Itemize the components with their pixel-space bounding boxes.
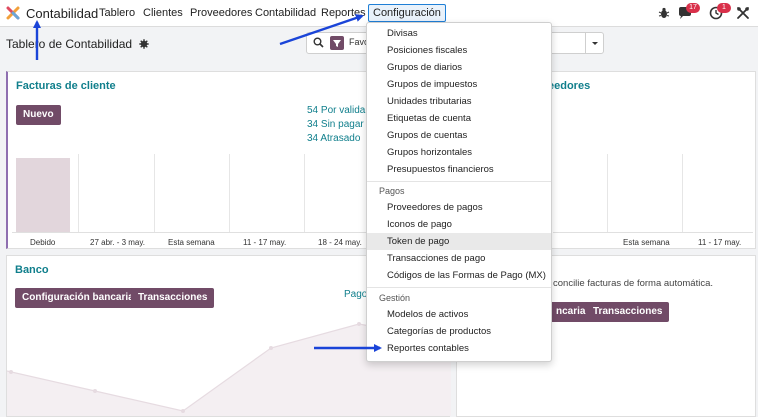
menu-item-token-pago[interactable]: Token de pago bbox=[367, 233, 551, 250]
activities-badge: 1 bbox=[717, 3, 731, 13]
menu-item-proveedores-pagos[interactable]: Proveedores de pagos bbox=[367, 199, 551, 216]
axis-label-week-1: 27 abr. - 3 may. bbox=[90, 238, 145, 247]
page-title: Tablero de Contabilidad bbox=[6, 37, 150, 51]
search-options-toggle[interactable] bbox=[585, 33, 603, 53]
menu-item-categorias-productos[interactable]: Categorías de productos bbox=[367, 323, 551, 340]
chart-grid-line bbox=[682, 154, 683, 232]
menu-tablero[interactable]: Tablero bbox=[99, 0, 135, 27]
menu-section-gestion: Gestión bbox=[379, 293, 411, 303]
menu-item-modelos-activos[interactable]: Modelos de activos bbox=[367, 306, 551, 323]
axis-label-week-4: 18 - 24 may. bbox=[318, 238, 362, 247]
chart-point[interactable] bbox=[269, 346, 273, 350]
menu-divider bbox=[367, 287, 551, 288]
gear-icon[interactable] bbox=[139, 39, 150, 49]
menu-item-etiquetas-cuenta[interactable]: Etiquetas de cuenta bbox=[367, 110, 551, 127]
chart-grid-line bbox=[229, 154, 230, 232]
chart-point[interactable] bbox=[93, 389, 97, 393]
menu-item-divisas[interactable]: Divisas bbox=[367, 25, 551, 42]
search-icon[interactable] bbox=[313, 37, 324, 48]
transactions-button-right[interactable]: Transacciones bbox=[586, 302, 670, 322]
caret-down-icon bbox=[592, 42, 598, 45]
chart-point[interactable] bbox=[357, 322, 361, 326]
chart-bar-debido[interactable] bbox=[16, 158, 70, 232]
menu-reportes[interactable]: Reportes bbox=[321, 0, 366, 27]
accounting-app-icon[interactable] bbox=[6, 6, 20, 20]
filter-icon[interactable] bbox=[330, 36, 344, 50]
bug-icon[interactable] bbox=[657, 6, 671, 20]
axis-label-week-3: 11 - 17 may. bbox=[243, 238, 287, 247]
messages-badge: 17 bbox=[686, 3, 700, 13]
axis-label-debido: Debido bbox=[30, 238, 56, 247]
card-title-vendor-bills[interactable]: eedores bbox=[548, 80, 590, 92]
stat-unpaid[interactable]: 34 Sin pagar bbox=[307, 119, 364, 130]
menu-item-posiciones-fiscales[interactable]: Posiciones fiscales bbox=[367, 42, 551, 59]
menu-contabilidad[interactable]: Contabilidad bbox=[255, 0, 316, 27]
bank-transactions-button[interactable]: Transacciones bbox=[131, 288, 215, 308]
menu-item-reportes-contables[interactable]: Reportes contables bbox=[367, 340, 551, 357]
menu-item-grupos-horizontales[interactable]: Grupos horizontales bbox=[367, 144, 551, 161]
menu-item-presupuestos-financieros[interactable]: Presupuestos financieros bbox=[367, 161, 551, 178]
configuration-dropdown: Divisas Posiciones fiscales Grupos de di… bbox=[366, 22, 552, 362]
chart-baseline bbox=[553, 232, 753, 233]
menu-item-transacciones-pago[interactable]: Transacciones de pago bbox=[367, 250, 551, 267]
stat-late[interactable]: 34 Atrasado bbox=[307, 133, 360, 144]
menu-section-pagos: Pagos bbox=[379, 186, 405, 196]
axis-label-this-week: Esta semana bbox=[168, 238, 215, 247]
menu-configuracion[interactable]: Configuración bbox=[368, 4, 446, 22]
app-name[interactable]: Contabilidad bbox=[26, 0, 98, 27]
reconcile-hint-text: concilie facturas de forma automática. bbox=[553, 278, 713, 289]
tools-icon[interactable] bbox=[736, 6, 750, 20]
page-title-text: Tablero de Contabilidad bbox=[6, 37, 133, 51]
menu-item-grupos-cuentas[interactable]: Grupos de cuentas bbox=[367, 127, 551, 144]
menu-item-iconos-pago[interactable]: Iconos de pago bbox=[367, 216, 551, 233]
menu-item-unidades-tributarias[interactable]: Unidades tributarias bbox=[367, 93, 551, 110]
menu-item-grupos-diarios[interactable]: Grupos de diarios bbox=[367, 59, 551, 76]
chart-grid-line bbox=[154, 154, 155, 232]
chart-grid-line bbox=[304, 154, 305, 232]
card-title-customer-invoices[interactable]: Facturas de cliente bbox=[16, 80, 116, 92]
bank-settings-button[interactable]: Configuración bancaria bbox=[15, 288, 141, 308]
chart-point[interactable] bbox=[181, 409, 185, 413]
menu-item-grupos-impuestos[interactable]: Grupos de impuestos bbox=[367, 76, 551, 93]
card-title-bank[interactable]: Banco bbox=[15, 264, 49, 276]
menu-proveedores[interactable]: Proveedores bbox=[190, 0, 252, 27]
stat-to-validate[interactable]: 54 Por validar bbox=[307, 105, 369, 116]
menu-divider bbox=[367, 181, 551, 182]
axis-label-week-3: 11 - 17 may. bbox=[698, 238, 742, 247]
chart-point[interactable] bbox=[9, 370, 13, 374]
menu-item-codigos-formas-pago[interactable]: Códigos de las Formas de Pago (MX) bbox=[367, 267, 551, 284]
axis-label-this-week: Esta semana bbox=[623, 238, 670, 247]
new-invoice-button[interactable]: Nuevo bbox=[16, 105, 61, 125]
chart-grid-line bbox=[607, 154, 608, 232]
menu-clientes[interactable]: Clientes bbox=[143, 0, 183, 27]
chart-grid-line bbox=[78, 154, 79, 232]
